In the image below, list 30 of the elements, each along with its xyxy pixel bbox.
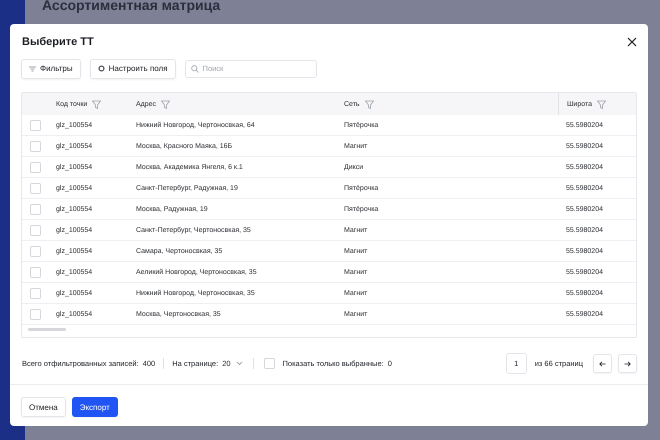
previous-page-button[interactable]	[593, 354, 612, 373]
search-icon	[190, 64, 199, 72]
filter-lines-icon	[29, 66, 36, 72]
dialog-title: Выберите ТТ	[22, 36, 94, 48]
chevron-down-icon	[236, 361, 243, 366]
page-title: Ассортиментная матрица	[42, 0, 222, 13]
fields-button[interactable]: Настроить поля	[90, 58, 176, 78]
row-checkbox[interactable]	[30, 308, 41, 320]
row-checkbox[interactable]	[30, 204, 41, 214]
row-checkbox[interactable]	[30, 224, 41, 236]
export-button[interactable]: Экспорт	[72, 397, 118, 417]
row-checkbox[interactable]	[30, 182, 41, 194]
row-checkbox[interactable]	[30, 162, 41, 172]
arrow-left-icon	[599, 360, 606, 366]
close-icon[interactable]	[627, 36, 637, 46]
next-page-button[interactable]	[618, 354, 637, 373]
row-checkbox[interactable]	[30, 120, 41, 130]
row-checkbox[interactable]	[30, 266, 41, 278]
row-checkbox[interactable]	[30, 140, 41, 152]
filter-icon	[92, 100, 102, 108]
filter-icon	[161, 100, 170, 108]
arrow-right-icon	[624, 360, 631, 366]
cancel-button[interactable]: Отмена	[21, 397, 66, 417]
scrollbar[interactable]	[28, 328, 66, 331]
filter-icon	[364, 100, 374, 108]
filters-button[interactable]: Фильтры	[21, 58, 81, 78]
row-checkbox[interactable]	[30, 246, 41, 256]
filter-icon	[596, 100, 606, 108]
checkbox[interactable]	[264, 358, 275, 369]
row-checkbox[interactable]	[30, 288, 41, 298]
